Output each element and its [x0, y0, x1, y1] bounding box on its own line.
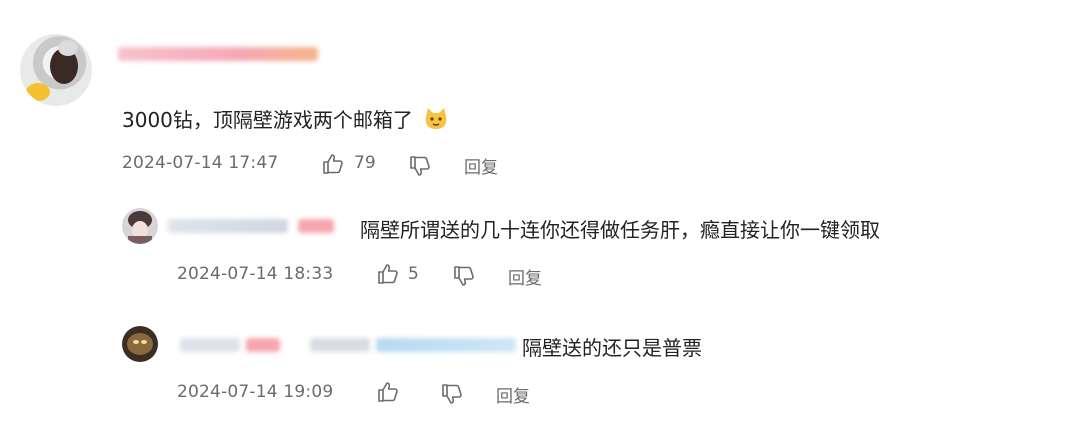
reply-button[interactable]: 回复	[508, 264, 542, 289]
comment-text: 隔壁送的还只是普票	[522, 336, 702, 360]
reply-button[interactable]: 回复	[464, 153, 498, 178]
avatar[interactable]	[122, 208, 158, 244]
timestamp: 2024-07-14 19:09	[177, 382, 334, 402]
thumbs-up-icon[interactable]	[321, 152, 345, 176]
avatar[interactable]	[20, 34, 92, 106]
thumbs-up-icon[interactable]	[376, 262, 400, 286]
comment-text: 3000钻，顶隔壁游戏两个邮箱了	[122, 104, 449, 133]
avatar-image	[127, 333, 153, 355]
comment-text-body: 3000钻，顶隔壁游戏两个邮箱了	[122, 108, 413, 132]
username-blurred[interactable]	[168, 219, 288, 233]
avatar[interactable]	[122, 326, 158, 362]
reply-button[interactable]: 回复	[496, 382, 530, 407]
thumbs-down-icon[interactable]	[440, 382, 464, 406]
cat-face-emoji	[423, 107, 449, 131]
mention-blurred[interactable]	[310, 338, 370, 352]
timestamp: 2024-07-14 17:47	[122, 153, 279, 173]
avatar-image	[128, 211, 152, 244]
username-badge-blurred	[246, 338, 280, 352]
mention-blurred-2[interactable]	[376, 338, 516, 352]
comment-text: 隔壁所谓送的几十连你还得做任务肝，瘾直接让你一键领取	[360, 218, 880, 242]
username-blurred[interactable]	[180, 338, 240, 352]
timestamp: 2024-07-14 18:33	[177, 264, 334, 284]
like-count: 5	[408, 264, 419, 284]
thumbs-up-icon[interactable]	[376, 380, 400, 404]
thumbs-down-icon[interactable]	[452, 264, 476, 288]
username-badge-blurred	[298, 219, 334, 233]
username-blurred[interactable]	[118, 47, 318, 61]
thumbs-down-icon[interactable]	[408, 154, 432, 178]
avatar-image	[26, 40, 78, 101]
like-count: 79	[354, 153, 376, 173]
